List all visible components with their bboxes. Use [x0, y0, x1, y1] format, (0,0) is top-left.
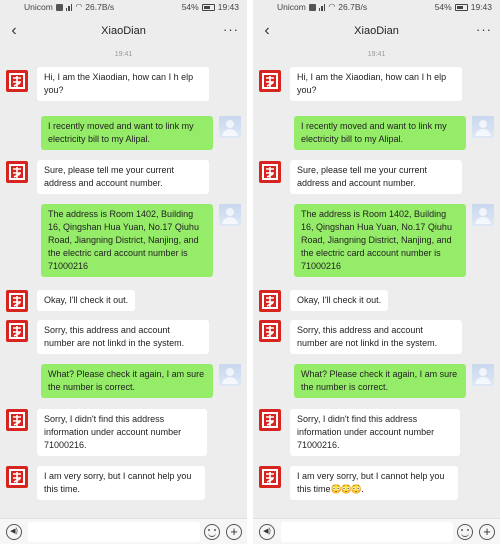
battery-icon — [454, 3, 468, 11]
chat-bubble-user: I recently moved and want to link my ele… — [294, 116, 466, 150]
message-input[interactable] — [281, 522, 453, 542]
bot-avatar — [259, 161, 281, 183]
sim-icon — [308, 3, 316, 11]
input-bar: ◀) + — [253, 518, 500, 544]
battery-percent: 54% — [434, 2, 452, 12]
emoji-icon[interactable] — [457, 524, 473, 540]
bot-avatar — [6, 290, 28, 312]
sim-icon — [55, 3, 63, 11]
network-speed: 26.7B/s — [85, 2, 115, 12]
carrier-label: Unicom — [277, 2, 306, 12]
chat-bubble-user: The address is Room 1402, Building 16, Q… — [294, 204, 466, 277]
signal-icon — [318, 3, 326, 11]
emoji-icon[interactable] — [204, 524, 220, 540]
chat-bubble-user: What? Please check it again, I am sure t… — [41, 364, 213, 398]
status-bar: Unicom ◠ 26.7B/s 54% 19:43 — [253, 0, 500, 14]
voice-icon[interactable]: ◀) — [6, 524, 22, 540]
chat-title: XiaoDian — [101, 25, 146, 37]
plus-icon[interactable]: + — [479, 524, 495, 540]
message-timestamp: 19:41 — [114, 51, 133, 58]
bot-avatar — [6, 161, 28, 183]
chat-bubble-bot: Okay, I'll check it out. — [290, 290, 389, 311]
wifi-icon: ◠ — [75, 2, 83, 11]
more-options-icon[interactable]: ··· — [476, 18, 492, 42]
chat-bubble-bot: Sorry, this address and account number a… — [290, 320, 462, 354]
bot-avatar — [6, 466, 28, 488]
bot-avatar — [6, 70, 28, 92]
carrier-label: Unicom — [24, 2, 53, 12]
chat-bubble-user: What? Please check it again, I am sure t… — [294, 364, 466, 398]
bot-avatar — [259, 409, 281, 431]
user-avatar — [219, 204, 241, 226]
clock: 19:43 — [217, 2, 239, 12]
bot-avatar — [6, 409, 28, 431]
user-avatar — [472, 204, 494, 226]
title-bar: ‹ XiaoDian ··· — [253, 18, 500, 44]
chat-bubble-bot: Hi, I am the Xiaodian, how can I h elp y… — [37, 67, 209, 101]
emoji-reaction: 😳😳😳. — [330, 484, 364, 494]
input-bar: ◀) + — [0, 518, 247, 544]
more-options-icon[interactable]: ··· — [223, 18, 239, 42]
user-avatar — [219, 116, 241, 138]
status-bar: Unicom ◠ 26.7B/s 54% 19:43 — [0, 0, 247, 14]
chat-bubble-bot: I am very sorry, but I cannot help you t… — [290, 466, 458, 500]
chat-bubble-bot: Sorry, I didn't find this address inform… — [37, 409, 207, 456]
chat-bubble-bot: Hi, I am the Xiaodian, how can I h elp y… — [290, 67, 462, 101]
bot-avatar — [259, 290, 281, 312]
plus-icon[interactable]: + — [226, 524, 242, 540]
bot-avatar — [259, 320, 281, 342]
user-avatar — [472, 364, 494, 386]
user-avatar — [219, 364, 241, 386]
voice-icon[interactable]: ◀) — [259, 524, 275, 540]
user-avatar — [472, 116, 494, 138]
chat-bubble-bot: Okay, I'll check it out. — [37, 290, 136, 311]
chat-bubble-bot: I am very sorry, but I cannot help you t… — [37, 466, 205, 500]
battery-percent: 54% — [181, 2, 199, 12]
bot-avatar — [6, 320, 28, 342]
chat-bubble-user: I recently moved and want to link my ele… — [41, 116, 213, 150]
message-timestamp: 19:41 — [367, 51, 386, 58]
wifi-icon: ◠ — [328, 2, 336, 11]
chat-bubble-bot: Sure, please tell me your current addres… — [290, 160, 462, 194]
bot-avatar — [259, 70, 281, 92]
chat-bubble-bot: Sorry, I didn't find this address inform… — [290, 409, 460, 456]
chat-panel-right: Unicom ◠ 26.7B/s 54% 19:43 ‹ XiaoDian ··… — [253, 0, 500, 544]
title-bar: ‹ XiaoDian ··· — [0, 18, 247, 44]
clock: 19:43 — [470, 2, 492, 12]
network-speed: 26.7B/s — [338, 2, 368, 12]
final-message-text: I am very sorry, but I cannot help you t… — [297, 471, 445, 494]
chat-panel-left: Unicom ◠ 26.7B/s 54% 19:43 ‹ XiaoDian ··… — [0, 0, 247, 544]
signal-icon — [65, 3, 73, 11]
chat-bubble-bot: Sure, please tell me your current addres… — [37, 160, 209, 194]
message-input[interactable] — [28, 522, 200, 542]
chat-bubble-bot: Sorry, this address and account number a… — [37, 320, 209, 354]
bot-avatar — [259, 466, 281, 488]
battery-icon — [201, 3, 215, 11]
chat-title: XiaoDian — [354, 25, 399, 37]
chat-bubble-user: The address is Room 1402, Building 16, Q… — [41, 204, 213, 277]
